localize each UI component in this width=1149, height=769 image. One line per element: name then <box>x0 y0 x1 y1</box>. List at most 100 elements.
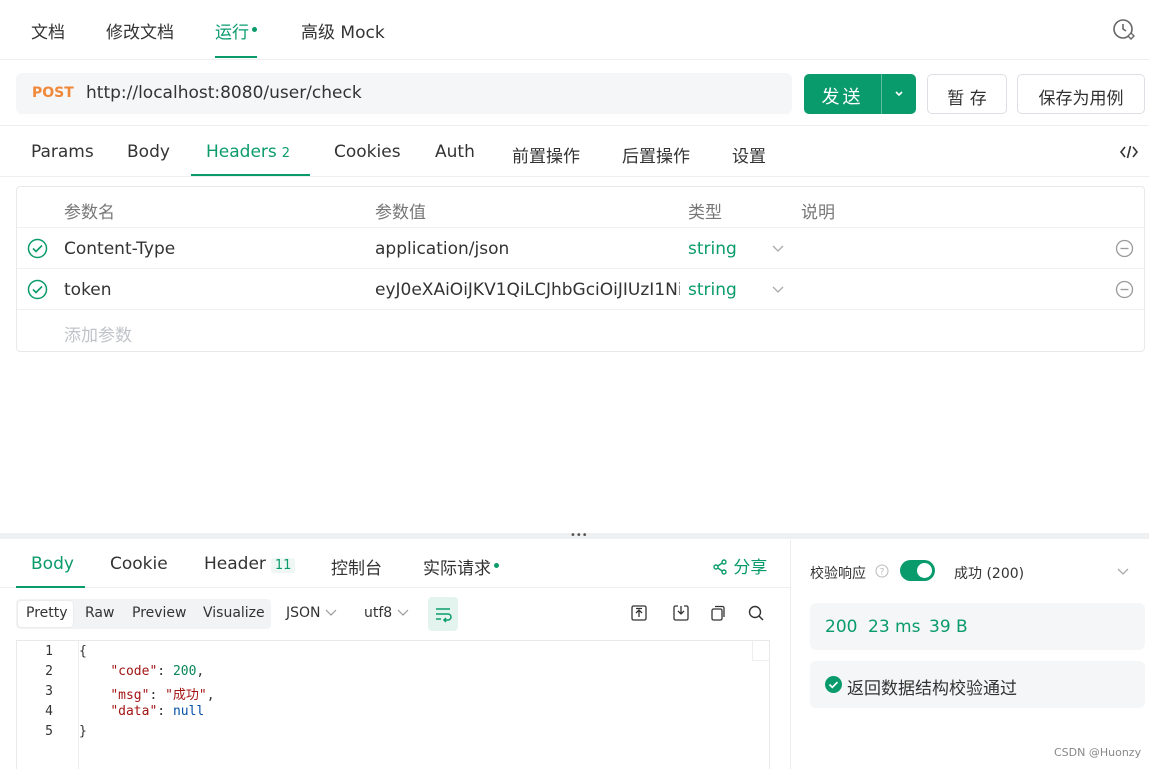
tab-response-header[interactable]: Header 11 <box>204 554 296 574</box>
code-icon[interactable] <box>1118 142 1140 162</box>
header-count-badge: 11 <box>270 558 296 573</box>
format-select[interactable]: JSON <box>286 605 337 621</box>
tab-settings[interactable]: 设置 <box>732 142 766 167</box>
active-tab-underline <box>191 174 310 176</box>
remove-icon[interactable] <box>1115 280 1134 299</box>
url-bar[interactable]: POST http://localhost:8080/user/check <box>16 73 792 114</box>
share-button[interactable]: 分享 <box>712 553 767 578</box>
tab-console[interactable]: 控制台 <box>331 554 382 579</box>
add-param-placeholder[interactable]: 添加参数 <box>64 321 132 346</box>
response-code-view[interactable]: 1 2 3 4 5 { "code": 200, "msg": "成功", "d… <box>16 640 770 769</box>
code-token: null <box>172 704 205 719</box>
line-number: 5 <box>45 724 53 739</box>
chevron-down-icon <box>397 609 409 616</box>
code-token: } <box>79 724 87 739</box>
tab-response-body[interactable]: Body <box>31 554 74 574</box>
tab-actual-request[interactable]: 实际请求 <box>423 554 499 579</box>
tab-advanced-mock[interactable]: 高级 Mock <box>301 18 385 43</box>
param-type[interactable]: string <box>688 239 737 259</box>
param-name[interactable]: token <box>64 280 112 300</box>
share-label: 分享 <box>733 558 768 578</box>
encoding-select[interactable]: utf8 <box>364 605 409 621</box>
word-wrap-button[interactable] <box>428 597 458 631</box>
request-tabs: Params Body Headers 2 Cookies Auth 前置操作 后… <box>0 125 1149 177</box>
check-circle-icon[interactable] <box>27 238 48 259</box>
param-type[interactable]: string <box>688 280 737 300</box>
view-raw[interactable]: Raw <box>85 605 114 621</box>
help-icon[interactable]: ? <box>875 564 889 578</box>
tab-body[interactable]: Body <box>127 142 170 162</box>
send-button[interactable]: 发送 <box>804 74 916 114</box>
tab-response-header-label: Header <box>204 554 266 574</box>
save-as-case-button[interactable]: 保存为用例 <box>1017 74 1145 114</box>
view-visualize[interactable]: Visualize <box>203 605 265 621</box>
drag-handle-icon[interactable]: ••• <box>570 531 588 541</box>
svg-text:?: ? <box>880 568 885 578</box>
param-name[interactable]: Content-Type <box>64 239 175 259</box>
export-icon[interactable] <box>630 604 648 622</box>
response-tabs: Body Cookie Header 11 控制台 实际请求 分享 <box>0 540 790 588</box>
code-token: 200 <box>172 664 197 679</box>
remove-icon[interactable] <box>1115 239 1134 258</box>
minimap-corner <box>752 641 770 661</box>
line-number: 3 <box>45 684 53 699</box>
tab-params[interactable]: Params <box>31 142 94 162</box>
code-token: "data" <box>110 704 158 719</box>
validation-result: 返回数据结构校验通过 <box>810 661 1145 708</box>
validate-toggle[interactable] <box>900 560 935 581</box>
tab-doc[interactable]: 文档 <box>31 18 65 43</box>
column-header: 参数名 <box>64 203 115 223</box>
tab-response-cookie[interactable]: Cookie <box>110 554 168 574</box>
tab-actual-request-label: 实际请求 <box>423 559 491 579</box>
table-row: Content-Type application/json string <box>17 228 1144 269</box>
tab-run[interactable]: 运行 <box>215 18 257 58</box>
save-draft-button[interactable]: 暂 存 <box>927 74 1007 114</box>
panel-divider <box>790 540 791 769</box>
status-code: 200 <box>825 617 858 637</box>
chevron-down-icon[interactable] <box>771 241 785 255</box>
search-icon[interactable] <box>747 604 765 622</box>
tab-post-operations[interactable]: 后置操作 <box>622 142 690 167</box>
param-value[interactable]: eyJ0eXAiOiJKV1QiLCJhbGciOiJIUzI1NiJ9 <box>375 280 680 300</box>
response-size: 39 B <box>929 617 968 637</box>
history-icon[interactable] <box>1112 17 1136 41</box>
validate-response-label: 校验响应 <box>810 566 866 582</box>
wrap-icon <box>436 608 452 623</box>
view-pretty[interactable]: Pretty <box>26 605 68 621</box>
view-mode-segmented: Pretty Raw Preview Visualize <box>16 599 271 629</box>
code-token: "成功" <box>165 688 207 703</box>
copy-icon[interactable] <box>709 604 727 622</box>
url-input[interactable]: http://localhost:8080/user/check <box>86 83 362 103</box>
send-button-label: 发送 <box>821 87 864 108</box>
check-circle-icon <box>825 676 842 693</box>
chevron-down-icon[interactable] <box>771 282 785 296</box>
add-param-row[interactable]: 添加参数 <box>17 310 1144 351</box>
column-header: 说明 <box>801 203 835 223</box>
validate-status: 成功 (200) <box>954 566 1025 582</box>
chevron-down-icon[interactable] <box>882 74 916 114</box>
code-line: "data": null <box>110 704 205 719</box>
download-icon[interactable] <box>672 604 690 622</box>
http-method[interactable]: POST <box>32 85 74 101</box>
tab-pre-operations[interactable]: 前置操作 <box>512 142 580 167</box>
check-circle-icon[interactable] <box>27 279 48 300</box>
validation-message: 返回数据结构校验通过 <box>847 679 1017 699</box>
column-header: 类型 <box>688 203 722 223</box>
tab-headers[interactable]: Headers 2 <box>206 142 290 162</box>
response-stats: 200 23 ms 39 B <box>810 603 1145 650</box>
code-line: "msg": "成功", <box>110 688 215 703</box>
tab-run-label: 运行 <box>215 23 249 43</box>
watermark: CSDN @Huonzy <box>1054 746 1142 759</box>
column-header: 参数值 <box>375 203 426 223</box>
tab-cookies[interactable]: Cookies <box>334 142 401 162</box>
chevron-down-icon <box>325 609 337 616</box>
active-tab-underline <box>16 586 85 588</box>
view-preview[interactable]: Preview <box>132 605 187 621</box>
tab-auth[interactable]: Auth <box>435 142 475 162</box>
param-value[interactable]: application/json <box>375 239 509 259</box>
run-dot-indicator <box>252 26 257 32</box>
share-icon <box>713 559 727 575</box>
code-line: { <box>79 644 87 659</box>
tab-edit-doc[interactable]: 修改文档 <box>106 18 174 43</box>
chevron-down-icon[interactable] <box>1116 564 1130 578</box>
